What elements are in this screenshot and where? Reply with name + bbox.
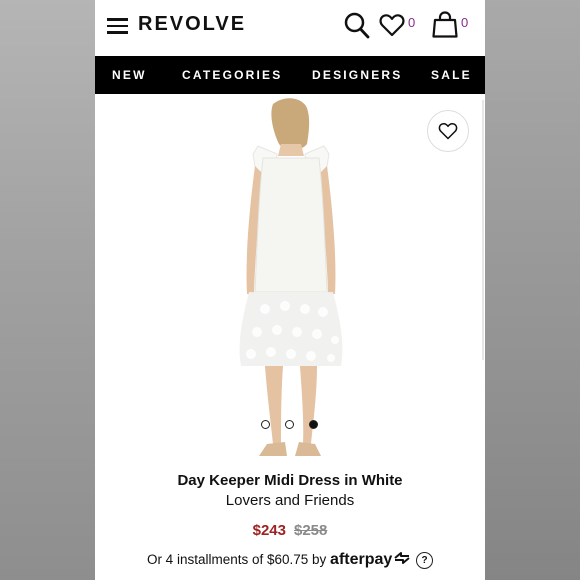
mobile-screen: REVOLVE 0 0 NEW CATEGORIES DESIGNERS SAL… <box>95 0 485 580</box>
wishlist-count: 0 <box>408 15 416 30</box>
scrollbar[interactable] <box>482 100 484 360</box>
background-blur-left <box>0 0 95 580</box>
nav-item-categories[interactable]: CATEGORIES <box>182 68 282 82</box>
carousel-dot-active[interactable] <box>309 420 318 429</box>
favorite-button[interactable] <box>427 110 469 152</box>
nav-item-new[interactable]: NEW <box>112 68 147 82</box>
installments-row: Or 4 installments of $60.75 by afterpay … <box>95 551 485 569</box>
heart-icon[interactable] <box>379 13 405 42</box>
sale-price: $243 <box>252 522 286 539</box>
bag-icon[interactable] <box>432 11 458 43</box>
background-blur-right <box>485 0 580 580</box>
installments-text: Or 4 installments of $60.75 by <box>146 552 327 567</box>
product-brand[interactable]: Lovers and Friends <box>95 492 485 509</box>
carousel-dots <box>261 420 321 432</box>
heart-outline-icon <box>438 123 458 140</box>
product-photo <box>239 98 343 456</box>
afterpay-arrows-icon <box>394 552 410 564</box>
logo[interactable]: REVOLVE <box>138 13 246 36</box>
product-name: Day Keeper Midi Dress in White <box>177 472 403 489</box>
category-nav: NEW CATEGORIES DESIGNERS SALE <box>95 56 485 94</box>
carousel-dot[interactable] <box>285 420 294 429</box>
header: REVOLVE 0 0 <box>95 0 485 55</box>
nav-item-designers[interactable]: DESIGNERS <box>312 68 402 82</box>
product-image[interactable] <box>95 94 485 460</box>
menu-icon[interactable] <box>107 18 128 34</box>
search-icon[interactable] <box>344 12 370 45</box>
price-row: $243 $258 <box>95 522 485 539</box>
afterpay-logo: afterpay <box>330 551 393 568</box>
original-price: $258 <box>294 522 328 539</box>
help-icon[interactable]: ? <box>416 552 434 569</box>
cart-count: 0 <box>461 15 469 30</box>
carousel-dot[interactable] <box>261 420 270 429</box>
nav-item-sale[interactable]: SALE <box>431 68 472 82</box>
